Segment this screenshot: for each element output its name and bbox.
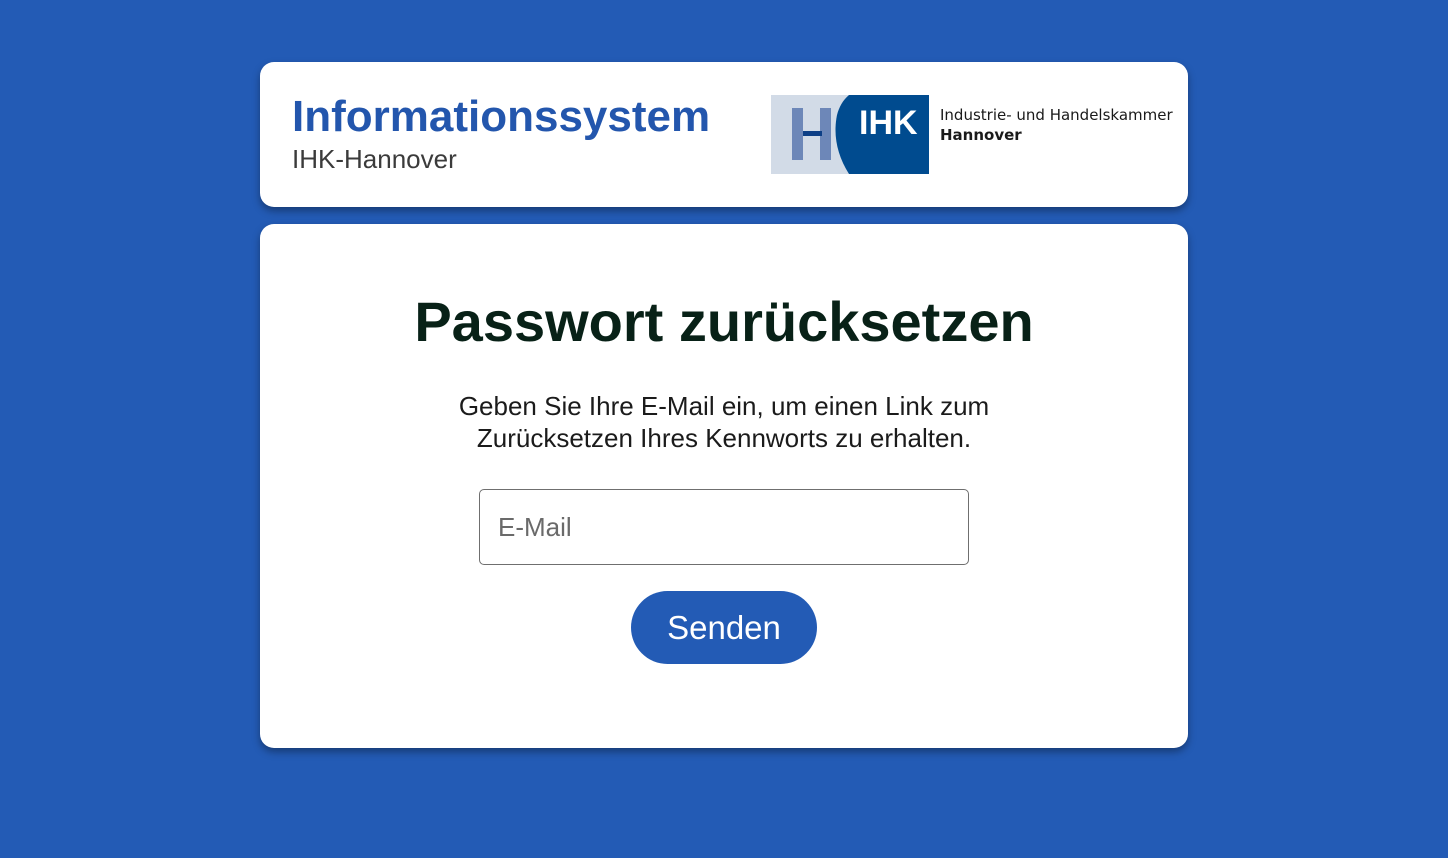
reset-password-card: Passwort zurücksetzen Geben Sie Ihre E-M…	[260, 224, 1188, 748]
email-input[interactable]	[479, 489, 969, 565]
page: Informationssystem IHK-Hannover IHK Indu…	[0, 0, 1448, 858]
ihk-logo-line1: Industrie- und Handelskammer	[940, 106, 1173, 124]
app-title: Informationssystem	[292, 92, 711, 141]
submit-button[interactable]: Senden	[631, 591, 817, 664]
header-card: Informationssystem IHK-Hannover IHK Indu…	[260, 62, 1188, 207]
app-subtitle: IHK-Hannover	[292, 144, 457, 174]
ihk-logo: IHK Industrie- und Handelskammer Hannove…	[771, 95, 1173, 174]
ihk-logo-short-name: IHK	[859, 104, 918, 142]
form-title: Passwort zurücksetzen	[414, 290, 1034, 353]
ihk-logo-line2: Hannover	[940, 126, 1022, 144]
form-instructions: Geben Sie Ihre E-Mail ein, um einen Link…	[458, 391, 990, 453]
